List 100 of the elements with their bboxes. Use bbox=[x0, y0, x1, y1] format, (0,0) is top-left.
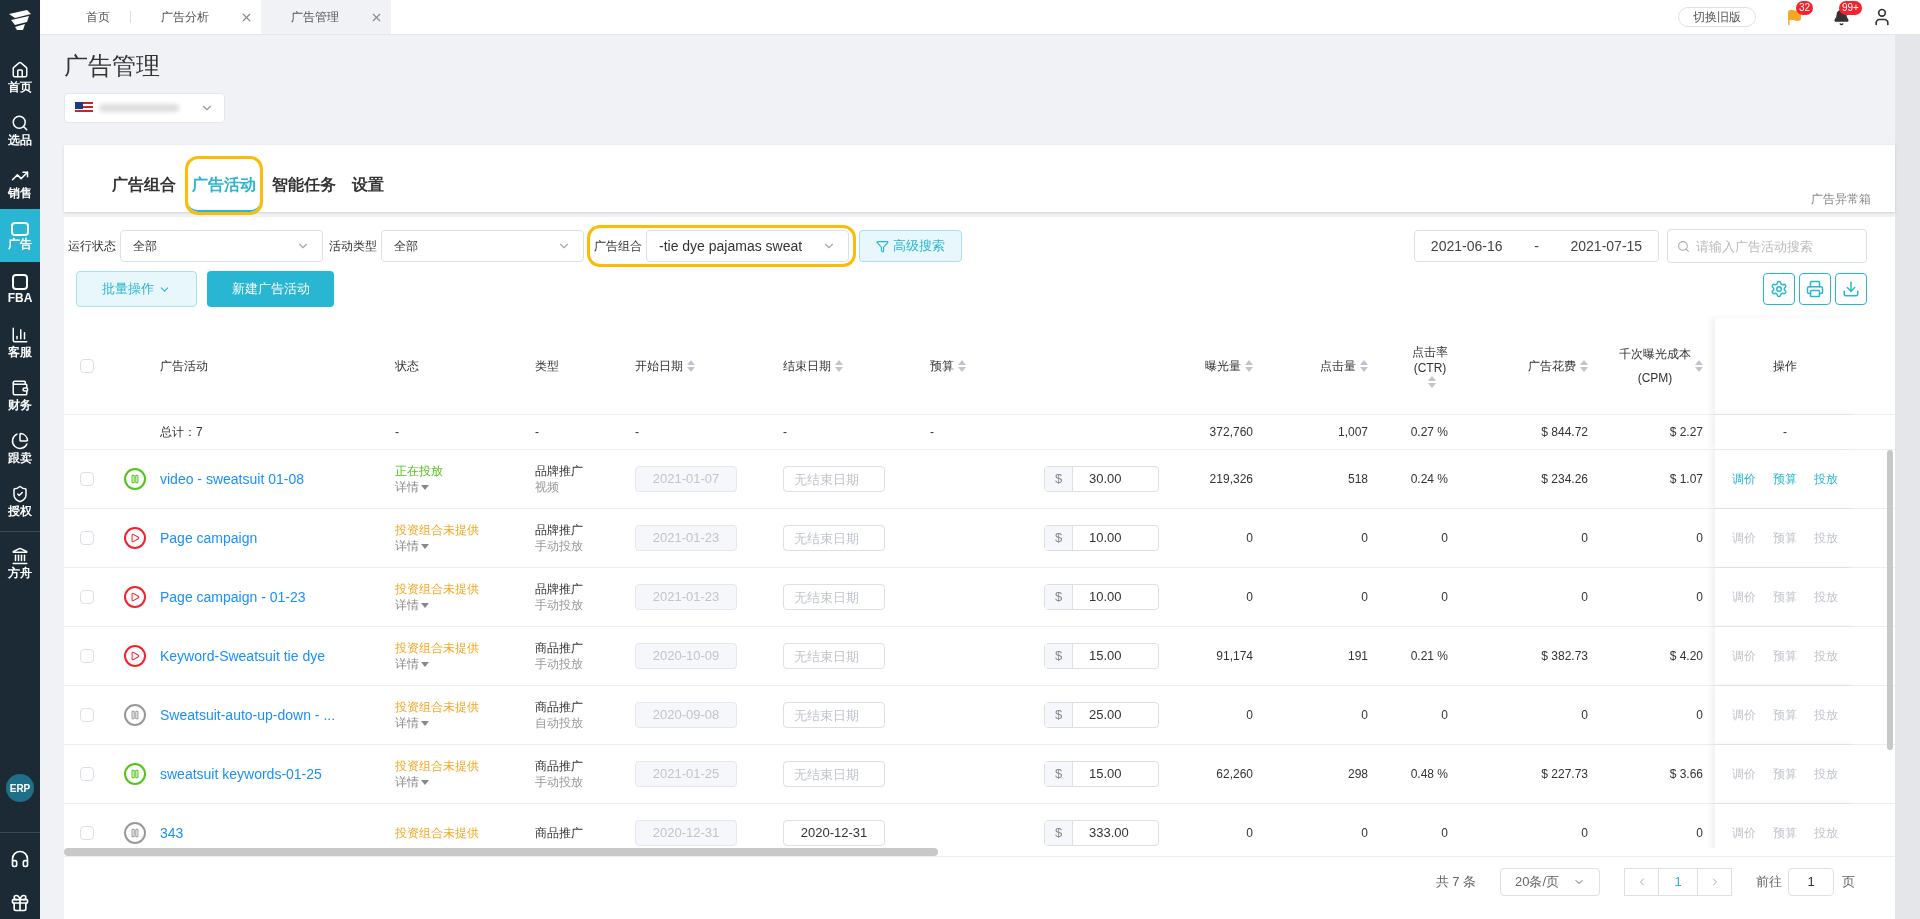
column-header: 曝光量 bbox=[1205, 357, 1253, 375]
download-button[interactable] bbox=[1835, 273, 1867, 305]
end-date-field[interactable]: 无结束日期 bbox=[783, 466, 885, 492]
sidebar-item[interactable]: 首页 bbox=[0, 50, 40, 103]
action-link[interactable]: 调价 bbox=[1731, 470, 1756, 488]
action-link[interactable]: 投放 bbox=[1814, 470, 1839, 488]
headset-icon[interactable] bbox=[10, 849, 30, 869]
pause-icon[interactable] bbox=[124, 763, 146, 785]
checkbox[interactable] bbox=[80, 649, 94, 663]
sidebar-item[interactable]: 客服 bbox=[0, 315, 40, 368]
details-dropdown[interactable]: 详情 bbox=[395, 715, 535, 731]
details-dropdown[interactable]: 详情 bbox=[395, 479, 535, 495]
sidebar-item[interactable]: 销售 bbox=[0, 156, 40, 209]
campaign-link[interactable]: Page campaign - 01-23 bbox=[160, 586, 395, 608]
play-icon[interactable] bbox=[124, 586, 146, 608]
section-tab[interactable]: 广告活动 bbox=[188, 159, 260, 212]
gift-icon[interactable] bbox=[10, 893, 30, 913]
campaign-link[interactable]: Sweatsuit-auto-up-down - ... bbox=[160, 704, 395, 726]
column-header: 状态 bbox=[395, 358, 419, 375]
sort-icon[interactable] bbox=[958, 360, 966, 372]
sidebar-item[interactable]: 授权 bbox=[0, 474, 40, 527]
section-tab[interactable]: 广告组合 bbox=[108, 159, 180, 212]
filter-select[interactable]: 全部 bbox=[381, 230, 584, 262]
campaign-link[interactable]: Page campaign bbox=[160, 527, 395, 549]
sidebar-item[interactable]: FBA bbox=[0, 262, 40, 315]
end-date-field[interactable]: 无结束日期 bbox=[783, 702, 885, 728]
sort-icon[interactable] bbox=[1428, 376, 1436, 388]
budget-field[interactable]: $ 15.00 bbox=[1044, 761, 1159, 787]
budget-field[interactable]: $ 30.00 bbox=[1044, 466, 1159, 492]
end-date-field[interactable]: 2020-12-31 bbox=[783, 820, 885, 846]
erp-badge[interactable]: ERP bbox=[6, 774, 34, 802]
table-cell-text: 91,174 bbox=[1216, 648, 1253, 665]
checkbox[interactable] bbox=[80, 472, 94, 486]
page-tab[interactable]: 广告分析 bbox=[131, 0, 261, 34]
checkbox[interactable] bbox=[80, 767, 94, 781]
settings-button[interactable] bbox=[1763, 273, 1795, 305]
page-size-select[interactable]: 20条/页 bbox=[1500, 867, 1600, 896]
checkbox[interactable] bbox=[80, 359, 94, 373]
action-link[interactable]: 预算 bbox=[1773, 470, 1797, 488]
end-date-field[interactable]: 无结束日期 bbox=[783, 525, 885, 551]
checkbox[interactable] bbox=[80, 826, 94, 840]
checkbox[interactable] bbox=[80, 590, 94, 604]
section-tab[interactable]: 智能任务 bbox=[268, 159, 340, 212]
sort-icon[interactable] bbox=[1360, 360, 1368, 372]
end-date-field[interactable]: 无结束日期 bbox=[783, 643, 885, 669]
budget-field[interactable]: $ 25.00 bbox=[1044, 702, 1159, 728]
table-cell-text: - bbox=[535, 424, 539, 441]
end-date-field[interactable]: 无结束日期 bbox=[783, 584, 885, 610]
filter-select[interactable]: -tie dye pajamas sweat bbox=[646, 230, 849, 262]
sort-icon[interactable] bbox=[1695, 360, 1703, 372]
avatar-icon[interactable] bbox=[1872, 7, 1892, 27]
campaign-link[interactable]: 343 bbox=[160, 822, 395, 844]
details-dropdown[interactable]: 详情 bbox=[395, 538, 535, 554]
end-date-field[interactable]: 无结束日期 bbox=[783, 761, 885, 787]
search-field[interactable]: 请输入广告活动搜索 bbox=[1667, 229, 1867, 263]
sidebar-item[interactable]: 方舟 bbox=[0, 536, 40, 589]
date-range-field[interactable]: 2021-06-16 - 2021-07-15 bbox=[1414, 230, 1659, 262]
vertical-scrollbar[interactable] bbox=[1887, 450, 1893, 750]
page-tab[interactable]: 广告管理 bbox=[261, 0, 391, 34]
pause-icon[interactable] bbox=[124, 822, 146, 844]
budget-field[interactable]: $ 10.00 bbox=[1044, 584, 1159, 610]
filter-select[interactable]: 全部 bbox=[120, 230, 323, 262]
table-cell-text: $ 227.73 bbox=[1541, 766, 1588, 783]
batch-actions-button[interactable]: 批量操作 bbox=[76, 271, 197, 307]
next-page-button[interactable] bbox=[1697, 867, 1732, 896]
budget-field[interactable]: $ 333.00 bbox=[1044, 820, 1159, 846]
details-dropdown[interactable]: 详情 bbox=[395, 774, 535, 790]
previous-page-button[interactable] bbox=[1624, 867, 1659, 896]
budget-field[interactable]: $ 10.00 bbox=[1044, 525, 1159, 551]
play-icon[interactable] bbox=[124, 527, 146, 549]
sort-icon[interactable] bbox=[687, 360, 695, 372]
sidebar-item[interactable]: 广告 bbox=[0, 209, 40, 262]
print-button[interactable] bbox=[1799, 273, 1831, 305]
advanced-search-button[interactable]: 高级搜索 bbox=[859, 230, 962, 262]
play-icon[interactable] bbox=[124, 645, 146, 667]
details-dropdown[interactable]: 详情 bbox=[395, 656, 535, 672]
checkbox[interactable] bbox=[80, 708, 94, 722]
sidebar-item[interactable]: 跟卖 bbox=[0, 421, 40, 474]
sort-icon[interactable] bbox=[1245, 360, 1253, 372]
anomaly-box-link[interactable]: 广告异常箱 bbox=[1811, 190, 1871, 208]
horizontal-scrollbar[interactable] bbox=[64, 848, 938, 856]
sort-icon[interactable] bbox=[835, 360, 843, 372]
section-tab[interactable]: 设置 bbox=[348, 159, 388, 212]
details-dropdown[interactable]: 详情 bbox=[395, 597, 535, 613]
campaign-link[interactable]: sweatsuit keywords-01-25 bbox=[160, 763, 395, 785]
checkbox[interactable] bbox=[80, 531, 94, 545]
new-campaign-button[interactable]: 新建广告活动 bbox=[207, 271, 334, 307]
page-button[interactable]: 1 bbox=[1659, 867, 1697, 896]
pause-icon[interactable] bbox=[124, 704, 146, 726]
sidebar-item[interactable]: 财务 bbox=[0, 368, 40, 421]
table-cell-text: 0 bbox=[1246, 589, 1253, 606]
pause-icon[interactable] bbox=[124, 468, 146, 490]
sort-icon[interactable] bbox=[1580, 360, 1588, 372]
page-tab[interactable]: 首页 bbox=[66, 0, 130, 34]
store-select[interactable] bbox=[64, 93, 225, 123]
campaign-link[interactable]: Keyword-Sweatsuit tie dye bbox=[160, 645, 395, 667]
goto-page-field[interactable]: 1 bbox=[1788, 867, 1834, 896]
budget-field[interactable]: $ 15.00 bbox=[1044, 643, 1159, 669]
campaign-link[interactable]: video - sweatsuit 01-08 bbox=[160, 468, 395, 490]
sidebar-item[interactable]: 选品 bbox=[0, 103, 40, 156]
